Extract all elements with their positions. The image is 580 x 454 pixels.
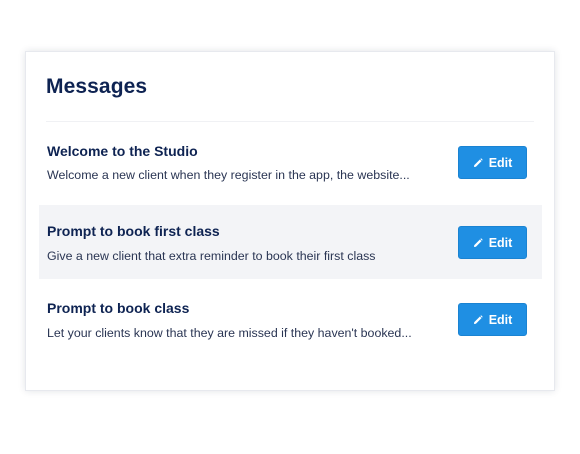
message-row-first-class: Prompt to book first class Give a new cl… [39, 205, 542, 279]
pencil-icon [473, 314, 483, 325]
message-row-book-class: Prompt to book class Let your clients kn… [39, 282, 542, 356]
message-description: Welcome a new client when they register … [47, 168, 410, 182]
message-row-welcome: Welcome to the Studio Welcome a new clie… [39, 127, 542, 201]
edit-button[interactable]: Edit [458, 226, 527, 259]
title-divider [46, 121, 534, 122]
edit-button[interactable]: Edit [458, 146, 527, 179]
message-description: Give a new client that extra reminder to… [47, 249, 376, 263]
pencil-icon [473, 237, 483, 248]
pencil-icon [473, 157, 483, 168]
panel-title: Messages [46, 75, 148, 98]
edit-button-label: Edit [488, 312, 513, 327]
message-title: Prompt to book first class [47, 223, 220, 239]
message-description: Let your clients know that they are miss… [47, 326, 412, 340]
edit-button-label: Edit [488, 155, 513, 170]
message-title: Welcome to the Studio [47, 143, 198, 159]
message-title: Prompt to book class [47, 300, 190, 316]
edit-button-label: Edit [488, 235, 513, 250]
edit-button[interactable]: Edit [458, 303, 527, 336]
messages-panel: Messages Welcome to the Studio Welcome a… [25, 51, 555, 391]
